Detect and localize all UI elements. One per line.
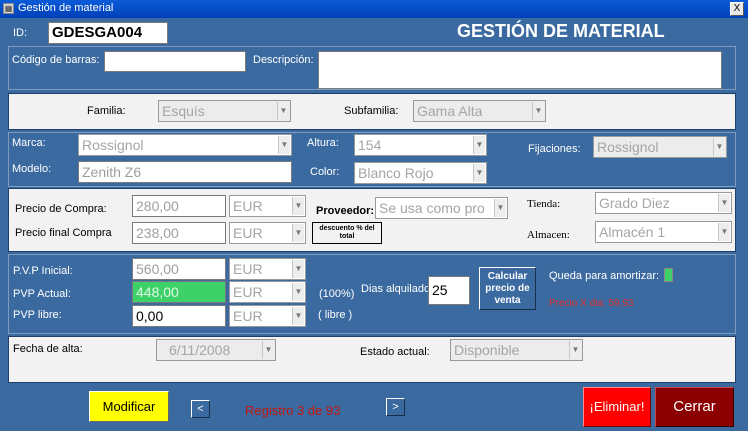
pvp-actual-currency[interactable]: EUR ▼ <box>229 281 306 303</box>
color-label: Color: <box>310 166 340 178</box>
currency-value: EUR <box>233 225 263 241</box>
subfamilia-select[interactable]: Gama Alta ▼ <box>413 100 546 122</box>
amortizar-indicator <box>664 268 673 282</box>
chevron-down-icon: ▼ <box>473 164 485 182</box>
page-title: GESTIÓN DE MATERIAL <box>457 21 665 41</box>
altura-value: 154 <box>358 137 382 153</box>
chevron-down-icon: ▼ <box>292 307 304 325</box>
subfamilia-value: Gama Alta <box>417 103 483 119</box>
precio-final-field[interactable]: 238,00 <box>132 222 226 244</box>
app-icon: ▦ <box>3 3 14 14</box>
currency-value: EUR <box>233 261 263 277</box>
familia-value: Esquís <box>162 103 205 119</box>
estado-value: Disponible <box>454 342 520 358</box>
modelo-label: Modelo: <box>12 163 52 175</box>
fecha-alta-value: 6/11/2008 <box>169 342 231 358</box>
id-label: ID: <box>13 27 28 39</box>
precio-dia-text: Precio X dia: 59,93 <box>549 298 634 309</box>
precio-final-label: Precio final Compra <box>15 227 112 239</box>
chevron-down-icon: ▼ <box>292 224 304 242</box>
color-value: Blanco Rojo <box>358 165 434 181</box>
barcode-field[interactable] <box>104 51 246 72</box>
marca-select[interactable]: Rossignol ▼ <box>78 134 292 156</box>
precio-final-currency[interactable]: EUR ▼ <box>229 222 306 244</box>
window-titlebar: ▦ Gestión de material X <box>0 0 748 18</box>
marca-value: Rossignol <box>82 137 144 153</box>
currency-value: EUR <box>233 198 263 214</box>
chevron-down-icon: ▼ <box>292 197 304 215</box>
calcular-precio-button[interactable]: Calcular precio de venta <box>479 267 536 310</box>
currency-value: EUR <box>233 308 263 324</box>
tienda-select[interactable]: Grado Diez ▼ <box>595 192 732 214</box>
close-button[interactable]: X <box>730 2 744 16</box>
precio-compra-currency[interactable]: EUR ▼ <box>229 195 306 217</box>
id-field[interactable]: GDESGA004 <box>48 22 168 44</box>
chevron-down-icon: ▼ <box>569 341 581 359</box>
tienda-value: Grado Diez <box>599 195 670 211</box>
pvp-actual-field[interactable]: 448,00 <box>132 281 226 303</box>
barcode-label: Código de barras: <box>12 54 100 66</box>
chevron-down-icon: ▼ <box>713 138 725 156</box>
fecha-alta-label: Fecha de alta: <box>13 343 83 355</box>
marca-label: Marca: <box>12 137 46 149</box>
chevron-down-icon: ▼ <box>718 194 730 212</box>
main-form: ID: GDESGA004 GESTIÓN DE MATERIAL Código… <box>0 18 748 431</box>
pvp-inicial-currency[interactable]: EUR ▼ <box>229 258 306 280</box>
registro-text: Registro 3 de 93 <box>245 403 341 418</box>
pvp-inicial-field[interactable]: 560,00 <box>132 258 226 280</box>
pvp-actual-label: PVP Actual: <box>13 288 71 300</box>
familia-label: Familia: <box>87 105 126 117</box>
cerrar-button[interactable]: Cerrar <box>655 387 734 427</box>
descuento-button[interactable]: descuento % del total <box>312 222 382 244</box>
description-field[interactable] <box>318 51 722 89</box>
precio-compra-field[interactable]: 280,00 <box>132 195 226 217</box>
precio-compra-label: Precio de Compra: <box>15 203 107 215</box>
almacen-value: Almacén 1 <box>599 224 666 240</box>
chevron-down-icon: ▼ <box>278 136 290 154</box>
chevron-down-icon: ▼ <box>494 199 506 217</box>
proveedor-value: Se usa como pro <box>379 200 485 216</box>
chevron-down-icon: ▼ <box>262 341 274 359</box>
dias-field[interactable]: 25 <box>428 276 470 305</box>
altura-label: Altura: <box>307 137 339 149</box>
almacen-select[interactable]: Almacén 1 ▼ <box>595 221 732 243</box>
fecha-alta-select[interactable]: 6/11/2008 ▼ <box>156 339 276 361</box>
chevron-down-icon: ▼ <box>292 260 304 278</box>
pvp-inicial-label: P.V.P Inicial: <box>13 265 73 277</box>
chevron-down-icon: ▼ <box>718 223 730 241</box>
chevron-down-icon: ▼ <box>292 283 304 301</box>
dias-label: Dias alquilado <box>361 283 431 295</box>
almacen-label: Almacen: <box>527 229 570 241</box>
familia-select[interactable]: Esquís ▼ <box>158 100 291 122</box>
altura-select[interactable]: 154 ▼ <box>354 134 487 156</box>
window-title: Gestión de material <box>18 2 114 14</box>
subfamilia-label: Subfamilia: <box>344 105 399 117</box>
next-button[interactable]: > <box>386 398 405 416</box>
proveedor-select[interactable]: Se usa como pro ▼ <box>375 197 508 219</box>
pvp-libre-field[interactable]: 0,00 <box>132 305 226 327</box>
color-select[interactable]: Blanco Rojo ▼ <box>354 162 487 184</box>
currency-value: EUR <box>233 284 263 300</box>
chevron-down-icon: ▼ <box>277 102 289 120</box>
proveedor-label: Proveedor: <box>316 205 375 217</box>
previous-button[interactable]: < <box>191 400 210 418</box>
modificar-button[interactable]: Modificar <box>89 391 169 422</box>
pct-actual-label: (100%) <box>319 288 355 300</box>
fijaciones-label: Fijaciones: <box>528 143 581 155</box>
fijaciones-value: Rossignol <box>597 139 659 155</box>
pvp-libre-currency[interactable]: EUR ▼ <box>229 305 306 327</box>
chevron-down-icon: ▼ <box>473 136 485 154</box>
pvp-libre-label: PVP libre: <box>13 309 62 321</box>
libre-note: ( libre ) <box>318 309 353 321</box>
status-panel <box>8 336 736 383</box>
estado-label: Estado actual: <box>360 346 430 358</box>
eliminar-button[interactable]: ¡Eliminar! <box>583 387 651 427</box>
description-label: Descripción: <box>253 54 314 66</box>
amortizar-label: Queda para amortizar: <box>549 270 660 282</box>
modelo-field[interactable]: Zenith Z6 <box>78 161 292 183</box>
fijaciones-select[interactable]: Rossignol ▼ <box>593 136 727 158</box>
chevron-down-icon: ▼ <box>532 102 544 120</box>
estado-select[interactable]: Disponible ▼ <box>450 339 583 361</box>
tienda-label: Tienda: <box>527 198 561 210</box>
